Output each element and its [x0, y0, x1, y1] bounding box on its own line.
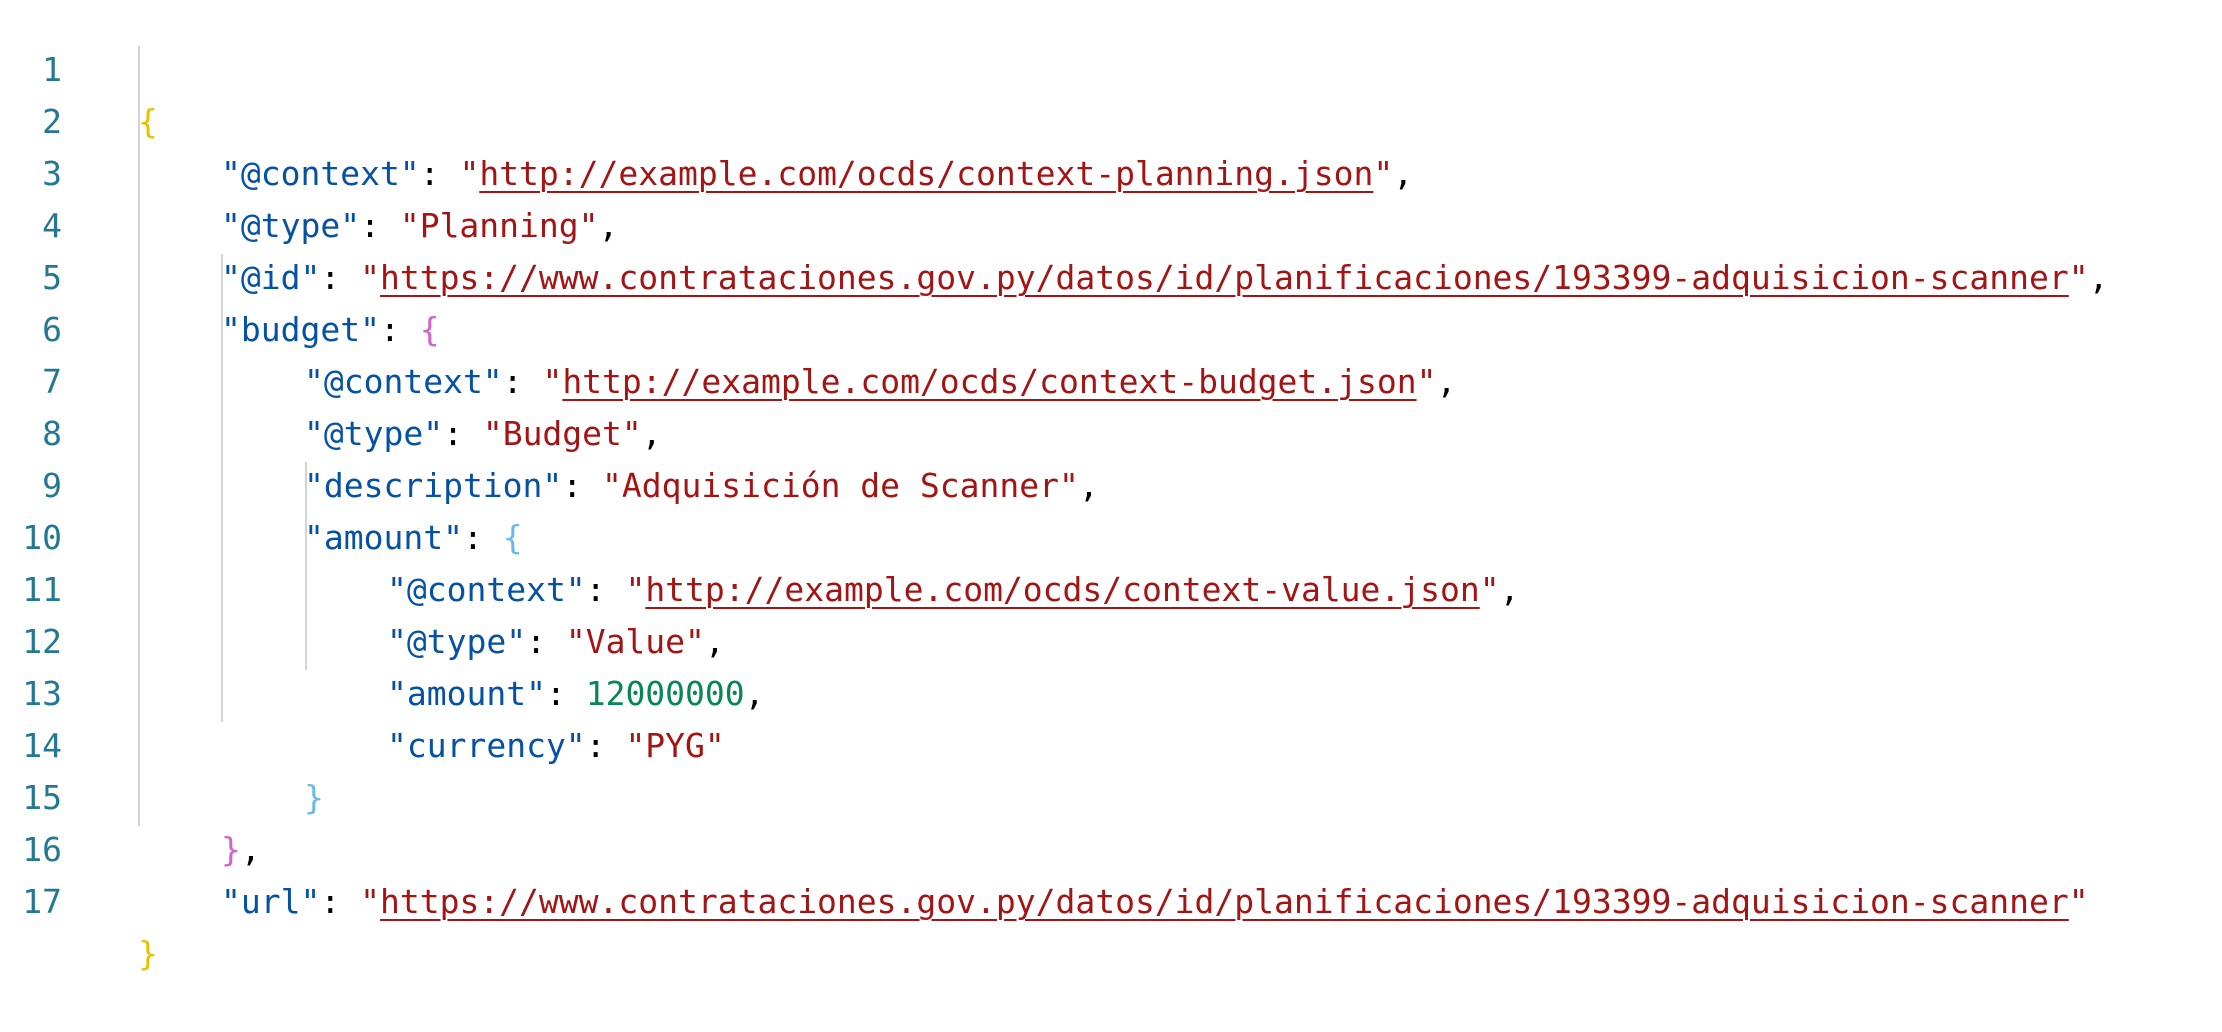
code-content: } [138, 928, 158, 980]
close-brace: } [138, 934, 158, 973]
code-line: 11 "@type": "Value", [0, 512, 2222, 661]
code-line: 15 }, [0, 720, 2222, 869]
url-link[interactable]: https://www.contrataciones.gov.py/datos/… [380, 882, 2069, 921]
code-line: 9 "amount": { [0, 408, 2222, 557]
code-line: 5 "budget": { [0, 200, 2222, 349]
code-line: 12 "amount": 12000000, [0, 564, 2222, 713]
code-line: 4 "@id": "https://www.contrataciones.gov… [0, 148, 2222, 297]
code-line: 1 { [0, 0, 2222, 141]
code-editor[interactable]: 1 { 2 "@context": "http://example.com/oc… [0, 0, 2222, 973]
line-number: 17 [22, 882, 62, 921]
code-content: "url": "https://www.contrataciones.gov.p… [221, 882, 2089, 921]
code-line: 10 "@context": "http://example.com/ocds/… [0, 460, 2222, 609]
json-key: "url" [221, 882, 321, 921]
code-line: 13 "currency": "PYG" [0, 616, 2222, 765]
code-line: 14 } [0, 668, 2222, 817]
code-line: 16 "url": "https://www.contrataciones.go… [0, 772, 2222, 921]
code-line: 17 } [0, 824, 2222, 973]
code-line: 7 "@type": "Budget", [0, 304, 2222, 453]
code-line: 3 "@type": "Planning", [0, 96, 2222, 245]
code-line: 2 "@context": "http://example.com/ocds/c… [0, 44, 2222, 193]
code-line: 8 "description": "Adquisición de Scanner… [0, 356, 2222, 505]
code-line: 6 "@context": "http://example.com/ocds/c… [0, 252, 2222, 401]
